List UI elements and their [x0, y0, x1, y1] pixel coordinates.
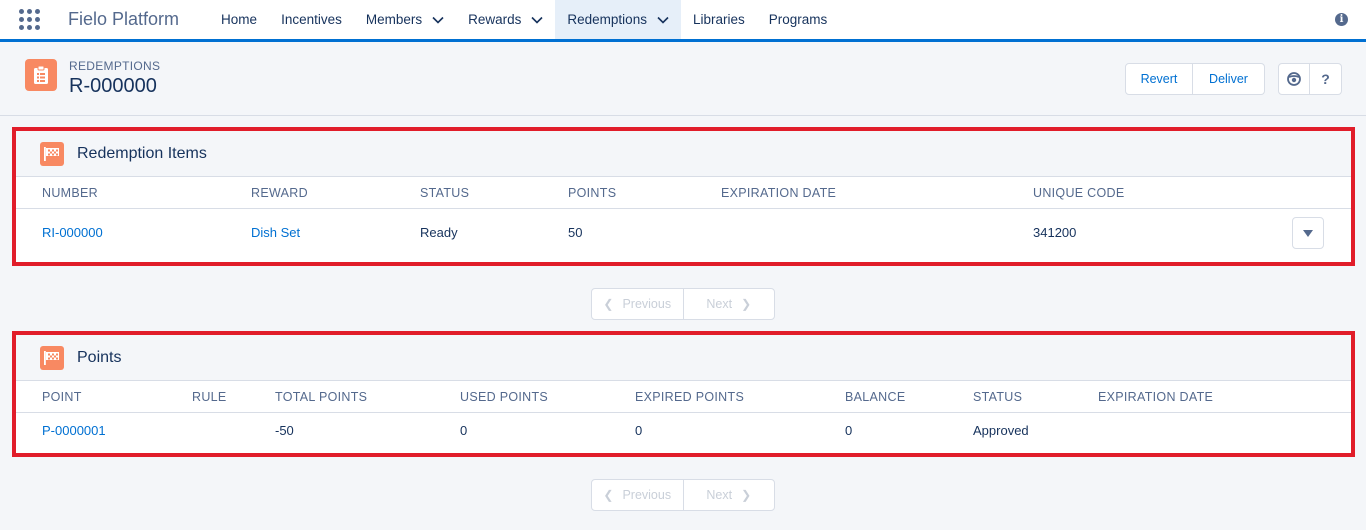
- status-cell: Approved: [973, 423, 1029, 438]
- column-header-unique-code[interactable]: UNIQUE CODE: [1033, 177, 1125, 209]
- card-header: Redemption Items: [16, 131, 1351, 177]
- total-points-cell: -50: [275, 423, 294, 438]
- expired-points-cell: 0: [635, 423, 643, 438]
- column-header-expiration-date[interactable]: EXPIRATION DATE: [1098, 381, 1213, 413]
- card-title: Points: [77, 348, 122, 366]
- nav-item-label: Rewards: [468, 12, 522, 27]
- column-header-point[interactable]: POINT: [42, 381, 82, 413]
- nav-item-redemptions[interactable]: Redemptions: [555, 0, 681, 42]
- next-label: Next: [706, 488, 733, 502]
- column-header-points[interactable]: POINTS: [568, 177, 616, 209]
- reward-link[interactable]: Dish Set: [251, 225, 300, 240]
- nav-item-libraries[interactable]: Libraries: [681, 0, 757, 39]
- flag-icon: [40, 141, 64, 166]
- table-row: P-0000001 -50 0 0 0 Approved: [16, 413, 1351, 449]
- nav-item-label: Redemptions: [567, 12, 647, 27]
- points-card: Points POINT RULE TOTAL POINTS USED POIN…: [12, 331, 1355, 457]
- chevron-left-icon: ❮: [603, 488, 614, 502]
- row-actions-button[interactable]: [1292, 217, 1324, 249]
- column-header-total-points[interactable]: TOTAL POINTS: [275, 381, 367, 413]
- points-cell: 50: [568, 225, 583, 240]
- nav-item-members[interactable]: Members: [354, 0, 456, 39]
- chevron-right-icon: ❯: [741, 297, 752, 311]
- clipboard-icon: [25, 59, 57, 91]
- nav-item-label: Programs: [768, 12, 828, 27]
- used-points-cell: 0: [460, 423, 468, 438]
- nav-item-label: Members: [365, 12, 423, 27]
- chevron-down-icon[interactable]: [531, 14, 543, 26]
- flag-icon: [40, 345, 64, 370]
- previous-label: Previous: [622, 297, 672, 311]
- nav-item-label: Incentives: [281, 12, 342, 27]
- previous-page-button[interactable]: ❮ Previous: [592, 480, 683, 510]
- app-launcher-icon[interactable]: [0, 0, 58, 39]
- column-header-expired-points[interactable]: EXPIRED POINTS: [635, 381, 744, 413]
- help-button[interactable]: ?: [1310, 63, 1342, 95]
- table-header: NUMBER REWARD STATUS POINTS EXPIRATION D…: [16, 177, 1351, 209]
- column-header-number[interactable]: NUMBER: [42, 177, 98, 209]
- deliver-button[interactable]: Deliver: [1193, 63, 1265, 95]
- object-type-label: REDEMPTIONS: [69, 59, 161, 73]
- chevron-left-icon: ❮: [603, 297, 614, 311]
- nav-item-incentives[interactable]: Incentives: [269, 0, 354, 39]
- revert-button[interactable]: Revert: [1125, 63, 1193, 95]
- nav-item-label: Libraries: [692, 12, 745, 27]
- caret-down-icon: [1303, 229, 1313, 237]
- previous-label: Previous: [622, 488, 672, 502]
- status-cell: Ready: [420, 225, 458, 240]
- balance-cell: 0: [845, 423, 853, 438]
- column-header-expiration-date[interactable]: EXPIRATION DATE: [721, 177, 836, 209]
- nav-item-home[interactable]: Home: [209, 0, 269, 39]
- app-name: Fielo Platform: [68, 9, 180, 29]
- column-header-balance[interactable]: BALANCE: [845, 381, 905, 413]
- redemption-item-link[interactable]: RI-000000: [42, 225, 103, 240]
- unique-code-cell: 341200: [1033, 225, 1077, 240]
- page-title: R-000000: [69, 75, 157, 97]
- column-header-status[interactable]: STATUS: [420, 177, 469, 209]
- nav-item-label: Home: [221, 12, 258, 27]
- next-page-button[interactable]: Next ❯: [682, 480, 775, 510]
- points-pagination: ❮ Previous Next ❯: [591, 479, 775, 511]
- nav-items: Home Incentives Members Rewards Redempti…: [209, 0, 840, 42]
- feedback-button[interactable]: [1278, 63, 1310, 95]
- previous-page-button[interactable]: ❮ Previous: [592, 289, 683, 319]
- action-button-group: Revert Deliver: [1125, 63, 1265, 95]
- column-header-reward[interactable]: REWARD: [251, 177, 308, 209]
- chevron-down-icon[interactable]: [432, 14, 444, 26]
- info-icon[interactable]: i: [1335, 13, 1348, 26]
- utility-button-group: ?: [1278, 63, 1342, 95]
- card-title: Redemption Items: [77, 144, 207, 162]
- nav-item-programs[interactable]: Programs: [757, 0, 840, 39]
- redemption-items-card: Redemption Items NUMBER REWARD STATUS PO…: [12, 127, 1355, 266]
- top-navigation: Fielo Platform Home Incentives Members R…: [0, 0, 1366, 42]
- table-header: POINT RULE TOTAL POINTS USED POINTS EXPI…: [16, 381, 1351, 413]
- record-header: REDEMPTIONS R-000000 Revert Deliver ?: [0, 45, 1366, 116]
- redemption-items-pagination: ❮ Previous Next ❯: [591, 288, 775, 320]
- column-header-used-points[interactable]: USED POINTS: [460, 381, 548, 413]
- point-link[interactable]: P-0000001: [42, 423, 106, 438]
- card-header: Points: [16, 335, 1351, 381]
- nav-item-rewards[interactable]: Rewards: [456, 0, 555, 39]
- table-row: RI-000000 Dish Set Ready 50 341200: [16, 209, 1351, 257]
- column-header-rule[interactable]: RULE: [192, 381, 227, 413]
- chevron-down-icon[interactable]: [657, 14, 669, 26]
- next-page-button[interactable]: Next ❯: [682, 289, 775, 319]
- chevron-right-icon: ❯: [741, 488, 752, 502]
- life-ring-icon: [1287, 72, 1301, 86]
- next-label: Next: [706, 297, 733, 311]
- column-header-status[interactable]: STATUS: [973, 381, 1022, 413]
